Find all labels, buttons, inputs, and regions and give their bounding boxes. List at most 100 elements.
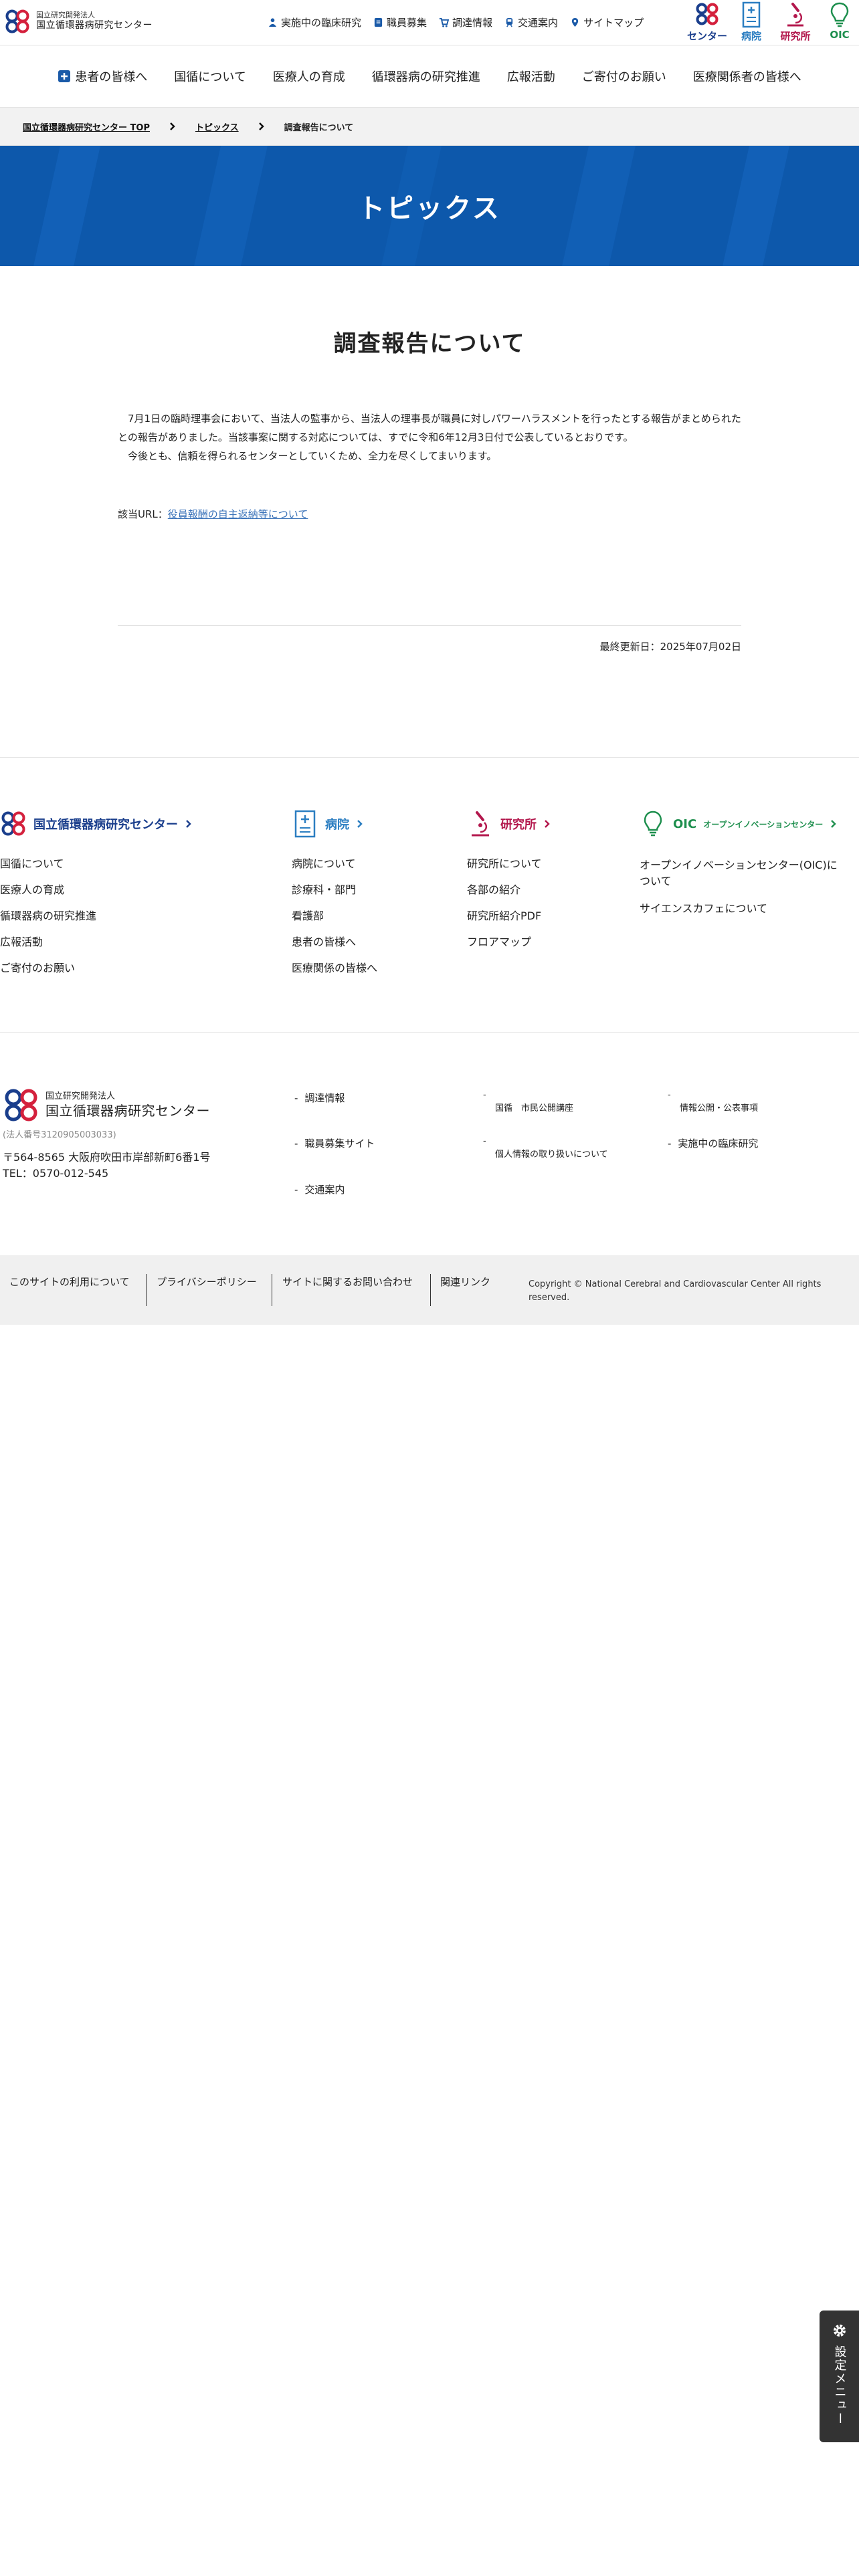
settings-menu-button[interactable]: 設定メニュー: [820, 2311, 859, 2442]
bottom-link-privacy[interactable]: プライバシーポリシー: [157, 1274, 264, 1290]
footer-logo-title: 国立循環器病研究センター: [45, 1103, 210, 1119]
gnav-medical-professionals[interactable]: 医療関係者の皆様へ: [680, 68, 815, 85]
gnav-education[interactable]: 医療人の育成: [260, 68, 359, 85]
footer-link[interactable]: 医療人の育成: [0, 883, 193, 897]
footer-link-clinical-research[interactable]: - 実施中の臨床研究: [668, 1137, 758, 1150]
hospital-icon: [294, 810, 316, 838]
microscope-icon: [787, 3, 803, 27]
footer-info: 国立研究開発法人 国立循環器病研究センター (法人番号3120905003033…: [3, 1087, 210, 1182]
chevron-right-icon: [170, 122, 175, 130]
last-updated: 最終更新日：2025年07月02日: [599, 641, 741, 653]
document-icon: [374, 17, 383, 27]
util-link-access[interactable]: 交通案内: [504, 15, 558, 29]
address: 〒564-8565 大阪府吹田市岸部新町6番1号: [3, 1151, 211, 1164]
ncvc-logo-icon: [5, 9, 29, 33]
chevron-right-icon: [831, 820, 837, 828]
bottom-link-site-terms[interactable]: このサイトの利用について: [9, 1274, 136, 1290]
footer-col-institute-title[interactable]: 研究所: [467, 809, 551, 839]
hospital-icon: [742, 1, 761, 28]
util-link-clinical-research[interactable]: 実施中の臨床研究: [268, 15, 361, 29]
footer-col-oic-subtitle: オープンイノベーションセンター: [703, 819, 824, 829]
ncvc-logo-icon: [1, 811, 25, 836]
bottom-link-contact[interactable]: サイトに関するお問い合わせ: [282, 1274, 423, 1290]
gnav-donation[interactable]: ご寄付のお願い: [569, 68, 680, 85]
footer-link[interactable]: サイエンスカフェについて: [640, 902, 859, 916]
bottom-link-related[interactable]: 関連リンク: [440, 1274, 500, 1290]
switch-center[interactable]: センター: [685, 1, 729, 43]
footer-link[interactable]: 広報活動: [0, 936, 193, 949]
page-title: 調査報告について: [333, 330, 526, 357]
page-hero: トピックス: [0, 146, 859, 266]
footer-logo-subtitle: 国立研究開発法人: [45, 1091, 116, 1101]
train-icon: [506, 17, 513, 27]
gnav-patients[interactable]: 患者の皆様へ: [44, 68, 161, 85]
footer-link-disclosure[interactable]: - 情報公開・公表事項: [668, 1089, 758, 1115]
footer-link[interactable]: 患者の皆様へ: [292, 936, 377, 949]
gnav-research[interactable]: 循環器病の研究推進: [359, 68, 494, 85]
address-block: 〒564-8565 大阪府吹田市岸部新町6番1号 TEL：0570-012-54…: [3, 1150, 210, 1182]
site-header: 国立研究開発法人 国立循環器病研究センター 実施中の臨床研究 職員募集 調達情報…: [0, 0, 859, 45]
switch-hospital[interactable]: 病院: [729, 1, 773, 43]
settings-menu-label: 設定メニュー: [832, 2345, 847, 2426]
ncvc-logo-icon: [696, 3, 719, 25]
footer-link-procurement[interactable]: - 調達情報: [294, 1091, 345, 1105]
bottom-divider: [430, 1274, 431, 1306]
breadcrumb-home[interactable]: 国立循環器病研究センター TOP: [23, 120, 150, 133]
footer-link-public-lecture[interactable]: - 国循 市民公開講座: [483, 1089, 573, 1115]
footer-link[interactable]: 国循について: [0, 857, 193, 871]
hero-title: トピックス: [358, 193, 501, 224]
footer-link-access[interactable]: - 交通案内: [294, 1183, 345, 1196]
footer-link-recruit-site[interactable]: - 職員募集サイト: [294, 1137, 375, 1150]
plus-square-icon: [58, 70, 71, 82]
footer-divider: [0, 1032, 859, 1033]
footer-col-center-title[interactable]: 国立循環器病研究センター: [0, 809, 193, 839]
footer-divider: [0, 757, 859, 758]
footer-link[interactable]: 看護部: [292, 909, 377, 923]
chevron-right-icon: [545, 820, 550, 828]
util-link-procurement[interactable]: 調達情報: [439, 15, 492, 29]
util-link-recruit[interactable]: 職員募集: [373, 15, 427, 29]
logo-subtitle: 国立研究開発法人: [36, 11, 95, 20]
site-logo[interactable]: 国立研究開発法人 国立循環器病研究センター: [4, 8, 153, 35]
breadcrumb-current: 調査報告について: [284, 122, 354, 133]
footer-link[interactable]: 循環器病の研究推進: [0, 909, 193, 923]
footer-col-oic-title[interactable]: OIC オープンイノベーションセンター: [640, 809, 859, 839]
related-url: 該当URL：役員報酬の自主返納等について: [118, 507, 308, 521]
footer-link[interactable]: 研究所について: [467, 857, 551, 871]
related-url-label: 該当URL：: [118, 508, 168, 520]
util-link-sitemap[interactable]: サイトマップ: [570, 15, 644, 29]
footer-link-privacy[interactable]: - 個人情報の取り扱いについて: [483, 1135, 608, 1162]
footer-link[interactable]: オープンイノベーションセンター(OIC)について: [640, 857, 840, 889]
logo-title: 国立循環器病研究センター: [36, 20, 153, 31]
footer-link[interactable]: 各部の紹介: [467, 883, 551, 897]
footer-col-hospital: 病院 病院について 診療科・部門 看護部 患者の皆様へ 医療関係の皆様へ: [292, 809, 377, 988]
person-icon: [268, 18, 277, 27]
breadcrumb: 国立循環器病研究センター TOP トピックス 調査報告について: [0, 107, 859, 146]
gnav-pr[interactable]: 広報活動: [494, 68, 569, 85]
utility-nav: 実施中の臨床研究 職員募集 調達情報 交通案内 サイトマップ: [268, 15, 644, 29]
footer-col-oic: OIC オープンイノベーションセンター オープンイノベーションセンター(OIC)…: [640, 809, 859, 928]
switch-institute[interactable]: 研究所: [773, 1, 818, 43]
lightbulb-icon: [830, 2, 849, 27]
content-divider: [118, 625, 741, 626]
footer-link[interactable]: 診療科・部門: [292, 883, 377, 897]
footer-col-hospital-title[interactable]: 病院: [292, 809, 377, 839]
switch-oic[interactable]: OIC: [818, 1, 859, 43]
chevron-right-icon: [186, 820, 191, 828]
article-body: 7月1日の臨時理事会において、当法人の監事から、当法人の理事長が職員に対しパワー…: [118, 409, 741, 465]
footer-link[interactable]: フロアマップ: [467, 936, 551, 949]
cart-icon: [439, 17, 450, 27]
related-url-link[interactable]: 役員報酬の自主返納等について: [168, 508, 308, 520]
footer-link[interactable]: 研究所紹介PDF: [467, 909, 551, 923]
article-paragraph: 7月1日の臨時理事会において、当法人の監事から、当法人の理事長が職員に対しパワー…: [118, 413, 741, 443]
footer-link[interactable]: ご寄付のお願い: [0, 962, 193, 975]
breadcrumb-topics[interactable]: トピックス: [195, 120, 239, 133]
gnav-about[interactable]: 国循について: [161, 68, 259, 85]
copyright: Copyright © National Cerebral and Cardio…: [529, 1279, 822, 1303]
footer-link[interactable]: 病院について: [292, 857, 377, 871]
bottom-divider: [146, 1274, 147, 1306]
footer-link[interactable]: 医療関係の皆様へ: [292, 962, 377, 975]
pin-icon: [571, 17, 579, 27]
footer-logo[interactable]: 国立研究開発法人 国立循環器病研究センター: [3, 1087, 210, 1123]
site-switcher: センター 病院 研究所 OIC: [685, 1, 859, 43]
